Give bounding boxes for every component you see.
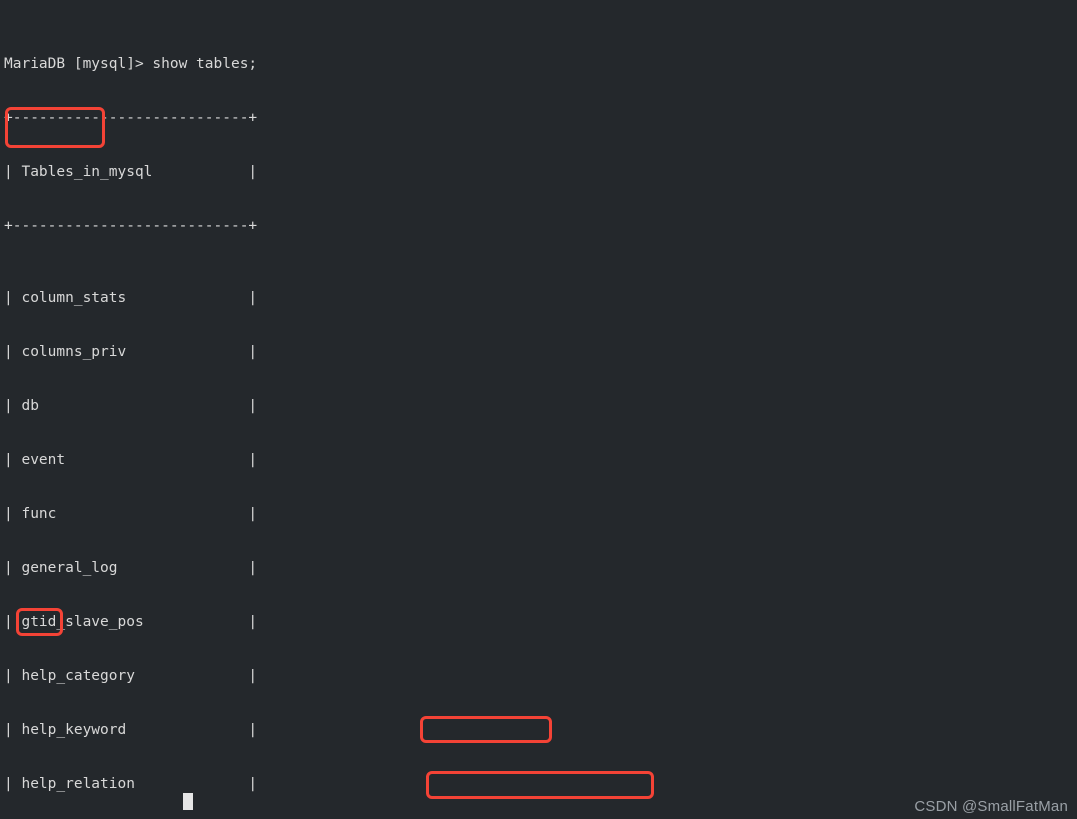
table-row: | event | <box>4 452 258 468</box>
table-row: | column_stats | <box>4 290 258 306</box>
table-row: | general_log | <box>4 560 258 576</box>
terminal-screen: MariaDB [mysql]> show tables; +---------… <box>4 1 982 819</box>
table-row: | db | <box>4 398 258 414</box>
block-cursor <box>183 793 193 810</box>
command-show-tables: MariaDB [mysql]> show tables; <box>4 56 258 72</box>
table-row: | func | <box>4 506 258 522</box>
table-row: | help_keyword | <box>4 722 258 738</box>
table-row: | help_relation | <box>4 776 258 792</box>
table-border-top: +---------------------------+ <box>4 110 258 126</box>
table-row: | gtid_slave_pos | <box>4 614 258 630</box>
csdn-watermark: CSDN @SmallFatMan <box>914 798 1068 815</box>
table-header-row: | Tables_in_mysql | <box>4 164 258 180</box>
terminal-window[interactable]: MariaDB [mysql]> show tables; +---------… <box>0 0 1077 819</box>
table-row: | help_category | <box>4 668 258 684</box>
table-row: | columns_priv | <box>4 344 258 360</box>
table-border-mid: +---------------------------+ <box>4 218 258 234</box>
